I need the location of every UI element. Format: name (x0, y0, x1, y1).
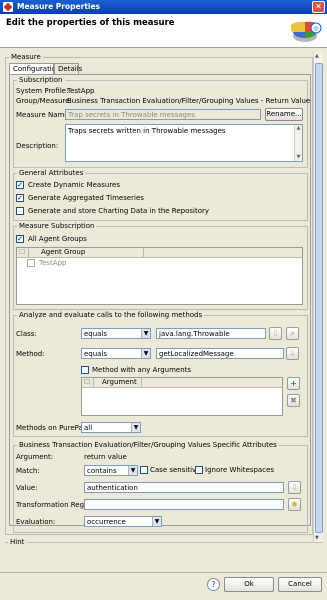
argument-empty-header (142, 378, 282, 388)
close-button[interactable]: ✕ (312, 1, 325, 13)
argument-select-header[interactable]: ☐ (82, 378, 94, 388)
value-field[interactable]: authentication (84, 482, 284, 493)
scroll-down-icon[interactable]: ▼ (295, 154, 302, 161)
class-field[interactable]: java.lang.Throwable (156, 328, 266, 339)
value-browse-button[interactable]: ⇩ (288, 481, 301, 494)
scroll-up-icon[interactable]: ▲ (295, 125, 302, 132)
description-field[interactable]: Traps secrets written in Throwable messa… (65, 124, 303, 162)
create-dynamic-measures-checkbox[interactable]: ✓ (16, 181, 24, 189)
all-agent-groups-label: All Agent Groups (28, 235, 87, 243)
group-measure-label: Group/Measure: (16, 97, 72, 105)
analyze-legend: Analyze and evaluate calls to the follow… (17, 311, 205, 319)
any-arguments-checkbox[interactable] (81, 366, 89, 374)
transformation-regex-field[interactable] (84, 499, 284, 510)
value-label: Value: (16, 484, 38, 492)
generate-timeseries-label: Generate Aggregated Timeseries (28, 194, 144, 202)
ok-button[interactable]: Ok (224, 577, 274, 592)
measure-subscription-legend: Measure Subscription (17, 222, 97, 230)
scroll-down-icon[interactable]: ▼ (315, 535, 319, 541)
description-label: Description: (16, 142, 59, 150)
subscription-legend: Subscription (17, 76, 65, 84)
table-row-checkbox[interactable] (27, 259, 35, 267)
agent-group-table: ☐ Agent Group TestApp (16, 247, 303, 305)
help-icon[interactable]: ? (207, 578, 220, 591)
evaluation-value: occurrence (87, 518, 126, 526)
bt-attributes-legend: Business Transaction Evaluation/Filter/G… (17, 441, 279, 449)
measure-legend: Measure (9, 53, 43, 61)
transformation-regex-label: Transformation Regex: (16, 501, 95, 509)
method-label: Method: (16, 350, 45, 358)
agent-group-header: Agent Group (29, 248, 144, 258)
method-field[interactable]: getLocalizedMessage (156, 348, 284, 359)
system-profile-value: TestApp (67, 87, 95, 95)
match-value: contains (87, 467, 117, 475)
page-title: Edit the properties of this measure (6, 18, 175, 28)
class-operator-value: equals (84, 330, 108, 338)
dialog-scrollbar[interactable]: ▲ ▼ (313, 52, 323, 542)
hint-group: Hint (5, 538, 323, 570)
methods-on-purepath-select[interactable]: all ▼ (81, 422, 141, 433)
argument-value: return value (84, 453, 127, 461)
method-operator-select[interactable]: equals ▼ (81, 348, 151, 359)
app-icon (3, 2, 13, 12)
class-browse-button[interactable]: ⇩ (269, 327, 282, 340)
table-row[interactable]: TestApp (37, 259, 66, 269)
class-operator-select[interactable]: equals ▼ (81, 328, 151, 339)
chevron-down-icon: ▼ (152, 517, 161, 526)
remove-argument-button[interactable]: ✖ (287, 394, 300, 407)
scrollbar-thumb[interactable] (315, 63, 323, 533)
system-profile-label: System Profile: (16, 87, 69, 95)
all-agent-groups-checkbox[interactable]: ✓ (16, 235, 24, 243)
description-text: Traps secrets written in Throwable messa… (68, 127, 226, 135)
window-title: Measure Properties (17, 2, 101, 11)
select-all-header[interactable]: ☐ (17, 248, 29, 258)
general-attributes-legend: General Attributes (17, 169, 86, 177)
scroll-up-icon[interactable]: ▲ (315, 53, 319, 59)
cancel-button[interactable]: Cancel (278, 577, 322, 592)
evaluation-select[interactable]: occurrence ▼ (84, 516, 162, 527)
ignore-whitespaces-checkbox[interactable] (195, 466, 203, 474)
hint-legend: Hint (8, 538, 27, 546)
case-sensitive-checkbox[interactable] (140, 466, 148, 474)
description-scrollbar[interactable]: ▲ ▼ (294, 125, 302, 161)
create-dynamic-measures-label: Create Dynamic Measures (28, 181, 120, 189)
charting-data-checkbox[interactable] (16, 207, 24, 215)
match-label: Match: (16, 467, 40, 475)
chevron-down-icon: ▼ (141, 349, 150, 358)
method-operator-value: equals (84, 350, 108, 358)
measure-name-field[interactable]: Trap secrets in Throwable messages (65, 109, 261, 120)
chevron-down-icon: ▼ (128, 466, 137, 475)
tab-details[interactable]: Details (54, 63, 82, 74)
evaluation-label: Evaluation: (16, 518, 56, 526)
charting-data-label: Generate and store Charting Data in the … (28, 207, 210, 215)
title-bar: Measure Properties ✕ (0, 0, 327, 14)
rename-button[interactable]: Rename... (265, 108, 303, 121)
measure-name-label: Measure Name: (16, 111, 71, 119)
argument-label: Argument: (16, 453, 54, 461)
any-arguments-label: Method with any Arguments (92, 366, 192, 374)
match-select[interactable]: contains ▼ (84, 465, 138, 476)
lightbulb-icon[interactable]: ✹ (288, 498, 301, 511)
method-browse-button[interactable]: ⇩ (286, 347, 299, 360)
search-icon[interactable]: ⌕ (286, 327, 299, 340)
group-measure-value: Business Transaction Evaluation/Filter/G… (67, 97, 311, 105)
svg-text:◎: ◎ (313, 25, 318, 32)
chevron-down-icon: ▼ (131, 423, 140, 432)
case-sensitive-label: Case sensitive (150, 466, 201, 474)
footer-separator (0, 572, 327, 573)
generate-timeseries-checkbox[interactable]: ✓ (16, 194, 24, 202)
measure-logo-icon: ◎ (291, 21, 322, 42)
chevron-down-icon: ▼ (141, 329, 150, 338)
methods-on-purepath-value: all (84, 424, 93, 432)
argument-table: ☐ Argument (81, 377, 283, 416)
argument-header: Argument (94, 378, 142, 388)
dialog-header: Edit the properties of this measure ◎ (0, 14, 327, 48)
ignore-whitespaces-label: Ignore Whitespaces (205, 466, 275, 474)
add-argument-button[interactable]: + (287, 377, 300, 390)
class-label: Class: (16, 330, 37, 338)
empty-header (144, 248, 302, 258)
